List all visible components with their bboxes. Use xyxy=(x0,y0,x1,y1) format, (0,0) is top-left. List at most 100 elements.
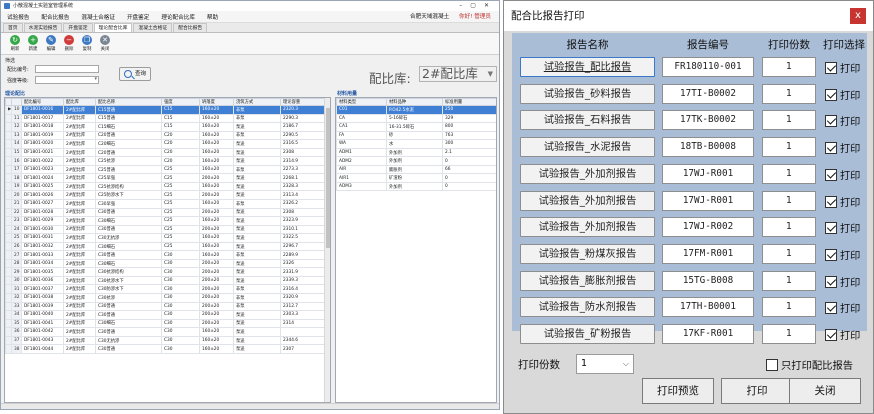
table-row[interactable]: ADM3 外加剂 0 xyxy=(336,181,496,192)
table-row[interactable]: 23 DF1801-0029 2#配比库 C30细石 C25 160±20 泵送 2323.9 xyxy=(5,216,327,226)
table-row[interactable]: 35 DF1801-0041 2#配比库 C30细石 C30 200±20 泵送 2314 xyxy=(5,318,327,329)
mix-col-header[interactable]: 配比库 xyxy=(63,98,96,106)
table-row[interactable]: ADM1 外加剂 2.1 xyxy=(336,147,496,158)
table-row[interactable]: WA 水 300 xyxy=(336,139,496,149)
print-checkbox[interactable]: 打印 xyxy=(825,60,860,75)
table-row[interactable]: 30 DF1801-0036 2#配比库 C30抗渗水下 C30 200±20 泵送 2339… xyxy=(5,275,327,286)
table-row[interactable]: 14 DF1801-0020 2#配比库 C20细石 C20 160±20 泵送 2316.5 xyxy=(5,139,327,149)
table-row[interactable]: 28 DF1801-0034 2#配比库 C30细石 C30 200±20 泵送 2326 xyxy=(5,258,327,269)
toolbar-button-1[interactable]: + 新建 xyxy=(25,35,41,52)
window-controls[interactable]: –▢✕ xyxy=(459,1,497,11)
print-checkbox[interactable]: 打印 xyxy=(825,300,860,315)
table-row[interactable]: 33 DF1801-0039 2#配比库 C30普通 C30 200±20 非泵 2312.7 xyxy=(5,301,327,312)
mix-col-header[interactable]: 浇筑方式 xyxy=(233,98,281,106)
print-checkbox[interactable]: 打印 xyxy=(825,113,860,128)
report-copies-field[interactable]: 1 xyxy=(762,57,816,77)
tab-0[interactable]: 首页 xyxy=(3,23,23,32)
close-button[interactable]: 关闭 xyxy=(789,378,861,404)
library-select[interactable]: 2#配比库 ▼ xyxy=(419,66,497,82)
report-code-field[interactable]: 17WJ-R001 xyxy=(662,190,754,211)
scroll-thumb[interactable] xyxy=(326,108,330,248)
mix-col-header[interactable]: 配比名称 xyxy=(95,98,162,106)
report-copies-field[interactable]: 1 xyxy=(762,324,816,344)
report-name-button[interactable]: 试验报告_粉煤灰报告 xyxy=(520,243,655,264)
mix-no-input[interactable] xyxy=(35,65,99,73)
report-name-button[interactable]: 试验报告_外加剂报告 xyxy=(520,217,655,238)
print-checkbox[interactable]: 打印 xyxy=(825,327,860,342)
report-code-field[interactable]: 17TH-B0001 xyxy=(662,297,754,318)
report-name-button[interactable]: 试验报告_石料报告 xyxy=(520,110,655,131)
table-row[interactable]: 11 DF1801-0017 2#配比库 C15普通 C15 160±20 非泵 2290.3 xyxy=(5,113,327,124)
table-row[interactable]: 24 DF1801-0030 2#配比库 C30普通 C25 200±20 泵送 2310.1 xyxy=(5,224,327,235)
material-col-header[interactable]: 标准用量 xyxy=(442,98,496,106)
report-code-field[interactable]: 17FM-R001 xyxy=(662,243,754,264)
menu-item-3[interactable]: 开盘鉴定 xyxy=(121,13,155,21)
tab-4[interactable]: 混凝土合格证 xyxy=(133,23,173,32)
material-col-header[interactable]: 材料类型 xyxy=(336,98,387,106)
report-copies-field[interactable]: 1 xyxy=(762,270,816,291)
table-row[interactable]: AIR1 矿渣粉 0 xyxy=(336,173,496,183)
table-row[interactable]: ADM2 外加剂 0 xyxy=(336,156,496,166)
table-row[interactable]: 12 DF1801-0018 2#配比库 C15细石 C15 160±20 泵送 2186.7 xyxy=(5,122,327,132)
report-code-field[interactable]: 18TB-B0008 xyxy=(662,137,754,158)
print-checkbox[interactable]: 打印 xyxy=(825,87,860,102)
toolbar-button-0[interactable]: ↻ 刷新 xyxy=(7,35,23,52)
print-checkbox[interactable]: 打印 xyxy=(825,140,860,155)
tab-5[interactable]: 配合比报告 xyxy=(173,23,208,32)
report-code-field[interactable]: 17WJ-R002 xyxy=(662,217,754,238)
close-icon[interactable]: x xyxy=(850,8,866,24)
menu-item-5[interactable]: 帮助 xyxy=(201,13,224,21)
toolbar-button-5[interactable]: ✕ 关闭 xyxy=(97,35,113,52)
copies-select[interactable]: 1 ⌵ xyxy=(576,354,634,374)
menu-item-2[interactable]: 混凝土合格证 xyxy=(75,13,121,21)
table-row[interactable]: 15 DF1801-0021 2#配比库 C20普通 C20 160±20 泵送 2308 xyxy=(5,147,327,158)
report-name-button[interactable]: 试验报告_外加剂报告 xyxy=(520,190,655,211)
report-name-button[interactable]: 试验报告_膨胀剂报告 xyxy=(520,270,655,291)
user-greeting[interactable]: 你好! 管理员 xyxy=(459,14,491,20)
report-copies-field[interactable]: 1 xyxy=(762,217,816,238)
report-name-button[interactable]: 试验报告_外加剂报告 xyxy=(520,163,655,184)
report-code-field[interactable]: 17WJ-R001 xyxy=(662,163,754,184)
table-row[interactable]: 20 DF1801-0026 2#配比库 C25防渗水下 C25 200±20 泵送 2313… xyxy=(5,190,327,200)
mix-col-header[interactable]: 坍落度 xyxy=(199,98,234,106)
table-row[interactable]: 29 DF1801-0035 2#配比库 C30抗渗结构 C30 200±20 泵送 2331… xyxy=(5,267,327,277)
report-copies-field[interactable]: 1 xyxy=(762,243,816,264)
print-checkbox[interactable]: 打印 xyxy=(825,247,860,262)
report-copies-field[interactable]: 1 xyxy=(762,137,816,158)
table-row[interactable]: 25 DF1801-0031 2#配比库 C30无抗渗 C25 160±20 泵送 2322.… xyxy=(5,233,327,243)
report-code-field[interactable]: 17TK-B0002 xyxy=(662,110,754,131)
table-row[interactable]: 36 DF1801-0042 2#配比库 C30普通 C30 160±20 泵送 xyxy=(5,327,327,337)
table-row[interactable]: 16 DF1801-0022 2#配比库 C25抗渗 C20 160±20 泵送 2314.9 xyxy=(5,156,327,166)
only-mix-checkbox[interactable]: 只打印配比报告 xyxy=(766,357,853,372)
table-row[interactable]: 31 DF1801-0037 2#配比库 C30防渗水下 C30 200±20 非泵 2316… xyxy=(5,284,327,295)
report-code-field[interactable]: FR180110-001 xyxy=(662,57,754,77)
print-checkbox[interactable]: 打印 xyxy=(825,167,860,182)
table-row[interactable]: 32 DF1801-0038 2#配比库 C30抗渗 C30 200±20 非泵 2320.9 xyxy=(5,293,327,303)
table-row[interactable]: 27 DF1801-0033 2#配比库 C30普通 C30 160±20 非泵 2289.9 xyxy=(5,250,327,260)
mix-col-header[interactable]: 配比编号 xyxy=(21,98,64,106)
report-name-button[interactable]: 试验报告_水泥报告 xyxy=(520,137,655,158)
table-row[interactable]: 18 DF1801-0024 2#配比库 C25早强 C25 200±20 泵送 2268.1 xyxy=(5,173,327,183)
print-checkbox[interactable]: 打印 xyxy=(825,194,860,209)
table-row[interactable]: 22 DF1801-0028 2#配比库 C30普通 C25 200±20 泵送 2308 xyxy=(5,207,327,218)
table-row[interactable]: CA1 16-31.5碎石 800 xyxy=(336,122,496,132)
report-copies-field[interactable]: 1 xyxy=(762,297,816,318)
table-row[interactable]: 26 DF1801-0032 2#配比库 C30细石 C25 160±20 泵送 2296.7 xyxy=(5,241,327,252)
report-copies-field[interactable]: 1 xyxy=(762,163,816,184)
material-col-header[interactable]: 材料品种 xyxy=(386,98,443,106)
strength-select[interactable]: ▾ xyxy=(35,76,99,84)
mix-col-header[interactable]: 强度 xyxy=(161,98,200,106)
table-row[interactable]: 13 DF1801-0019 2#配比库 C20普通 C20 160±20 非泵 2290.5 xyxy=(5,130,327,141)
report-code-field[interactable]: 15TG-B008 xyxy=(662,270,754,291)
table-row[interactable]: 17 DF1801-0023 2#配比库 C25普通 C25 160±20 非泵 2273.3 xyxy=(5,164,327,175)
table-row[interactable]: ▶ 10 DF1801-0016 2#配比库 C15普通 C15 160±20 非泵 2320.… xyxy=(5,105,327,115)
table-row[interactable]: FA 砂 763 xyxy=(336,130,496,141)
print-checkbox[interactable]: 打印 xyxy=(825,220,860,235)
report-code-field[interactable]: 17KF-R001 xyxy=(662,324,754,344)
report-copies-field[interactable]: 1 xyxy=(762,190,816,211)
table-row[interactable]: 38 DF1801-0044 2#配比库 C30普通 C30 160±20 泵送 2307 xyxy=(5,344,327,354)
table-row[interactable]: 19 DF1801-0025 2#配比库 C25抗渗结构 C25 160±20 泵送 2328… xyxy=(5,181,327,192)
table-row[interactable]: AIR 膨胀剂 66 xyxy=(336,164,496,175)
report-name-button[interactable]: 试验报告_配比报告 xyxy=(520,57,655,77)
report-name-button[interactable]: 试验报告_矿粉报告 xyxy=(520,324,655,344)
